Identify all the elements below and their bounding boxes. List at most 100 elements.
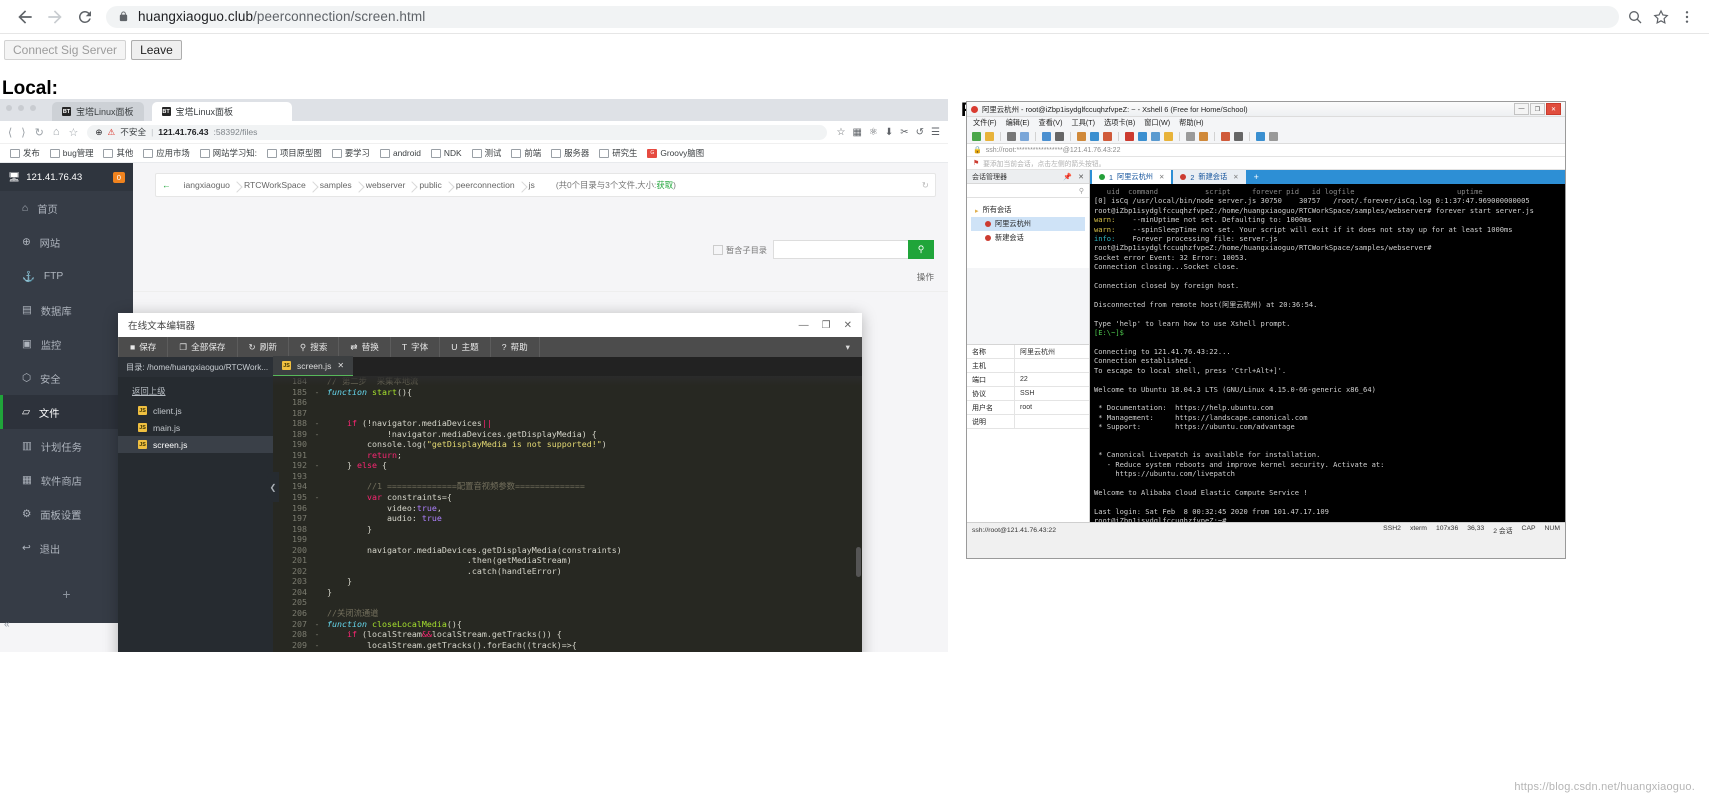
bookmark-item[interactable]: 发布 [6, 146, 44, 160]
editor-tool-0[interactable]: ■ 保存 [118, 337, 169, 357]
leave-button[interactable]: Leave [131, 40, 182, 60]
search-input[interactable] [773, 240, 908, 259]
fold-toggle-icon[interactable]: - [313, 640, 321, 651]
star-icon[interactable] [1653, 9, 1669, 25]
fold-toggle-icon[interactable] [313, 587, 321, 598]
address-bar[interactable]: huangxiaoguo.club/peerconnection/screen.… [106, 5, 1619, 28]
bookmark-item[interactable]: bug管理 [46, 146, 98, 160]
fold-toggle-icon[interactable] [313, 450, 321, 461]
toolbar-icon-0[interactable] [972, 131, 981, 141]
code-editor[interactable]: 184// 第二步 采集本地流185-function start(){1861… [273, 376, 862, 652]
close-icon[interactable]: ✕ [1546, 103, 1561, 115]
menu-item[interactable]: 查看(V) [1039, 118, 1063, 128]
menu-item[interactable]: 窗口(W) [1144, 118, 1170, 128]
sidebar-item-0[interactable]: ⌂ 首页 [0, 191, 133, 225]
grid-icon[interactable]: ▦ [852, 127, 861, 138]
toolbar-icon-4[interactable] [1020, 131, 1029, 141]
bookmark-item[interactable]: 要学习 [328, 146, 374, 160]
bookmark-item[interactable]: 研究生 [595, 146, 641, 160]
toolbar-icon-3[interactable] [1007, 131, 1016, 141]
fold-toggle-icon[interactable] [313, 608, 321, 619]
toolbar-icon-10[interactable] [1090, 131, 1099, 141]
breadcrumb-item[interactable]: samples [313, 180, 359, 190]
editor-tool-3[interactable]: ⚲ 搜索 [289, 337, 340, 357]
sidebar-item-10[interactable]: ↩ 退出 [0, 531, 133, 565]
session-item-aliyun[interactable]: 阿里云杭州 [971, 217, 1085, 231]
sidebar-item-4[interactable]: ▣ 监控 [0, 327, 133, 361]
close-icon[interactable]: ✕ [337, 361, 344, 370]
sidebar-item-9[interactable]: ⚙ 面板设置 [0, 497, 133, 531]
editor-tab-screen-js[interactable]: JS screen.js ✕ [273, 356, 354, 377]
fold-toggle-icon[interactable]: - [313, 429, 321, 440]
breadcrumb-back-icon[interactable]: ← [162, 180, 177, 190]
toolbar-icon-19[interactable] [1199, 131, 1208, 141]
fold-toggle-icon[interactable]: - [313, 387, 321, 398]
search-icon[interactable]: ⚲ [908, 240, 934, 259]
toolbar-icon-25[interactable] [1269, 131, 1278, 141]
back-icon[interactable] [10, 2, 40, 32]
sidebar-item-5[interactable]: ⬡ 安全 [0, 361, 133, 395]
bookmark-item[interactable]: 其他 [99, 146, 137, 160]
fold-toggle-icon[interactable] [313, 397, 321, 408]
fold-toggle-icon[interactable]: - [313, 492, 321, 503]
fold-toggle-icon[interactable]: - [313, 619, 321, 630]
terminal-tab-aliyun[interactable]: 1 阿里云杭州 ✕ [1092, 170, 1172, 184]
minimize-icon[interactable]: — [799, 320, 809, 331]
breadcrumb-item[interactable]: webserver [359, 180, 413, 190]
fold-toggle-icon[interactable] [313, 513, 321, 524]
breadcrumb-item[interactable]: iangxiaoguo [177, 180, 237, 190]
menu-item[interactable]: 编辑(E) [1006, 118, 1030, 128]
code-scrollbar[interactable] [856, 547, 861, 577]
editor-file-item[interactable]: JS screen.js [118, 436, 273, 453]
star-icon[interactable]: ☆ [68, 126, 78, 139]
toolbar-icon-9[interactable] [1077, 131, 1086, 141]
sidebar-item-2[interactable]: ⚓ FTP [0, 259, 133, 293]
terminal-output[interactable]: uid command script forever pid id logfil… [1090, 184, 1565, 522]
forward-arrow-icon[interactable] [40, 2, 70, 32]
close-icon[interactable]: ✕ [1233, 173, 1238, 181]
fold-toggle-icon[interactable]: - [313, 629, 321, 640]
menu-item[interactable]: 工具(T) [1072, 118, 1096, 128]
overflow-menu-icon[interactable] [1679, 9, 1695, 25]
editor-tool-4[interactable]: ⇄ 替换 [339, 337, 391, 357]
sidebar-item-1[interactable]: ⊕ 网站 [0, 225, 133, 259]
menu-item[interactable]: 文件(F) [973, 118, 997, 128]
download-icon[interactable]: ⬇ [885, 127, 893, 138]
fold-toggle-icon[interactable] [313, 566, 321, 577]
star-icon[interactable]: ☆ [836, 127, 845, 138]
toolbar-icon-6[interactable] [1042, 131, 1051, 141]
fold-toggle-icon[interactable] [313, 576, 321, 587]
fold-toggle-icon[interactable] [313, 439, 321, 450]
maximize-icon[interactable]: ❐ [1530, 103, 1545, 115]
editor-file-item[interactable]: JS main.js [118, 419, 273, 436]
inner-address-bar[interactable]: ⊕ ⚠ 不安全 | 121.41.76.43:58392/files [87, 124, 828, 140]
editor-tool-1[interactable]: ❐ 全部保存 [168, 337, 238, 357]
reload-icon[interactable]: ↻ [35, 126, 44, 139]
breadcrumb-item[interactable]: js [522, 180, 542, 190]
editor-parent-link[interactable]: 返回上级 [118, 377, 273, 402]
session-search[interactable]: ⚲ [967, 184, 1089, 198]
toolbar-icon-16[interactable] [1164, 131, 1173, 141]
fold-toggle-icon[interactable] [313, 534, 321, 545]
reload-icon[interactable] [70, 2, 100, 32]
include-subdirs-checkbox[interactable]: 暂含子目录 [713, 244, 767, 256]
session-item-new[interactable]: 新建会话 [971, 231, 1085, 245]
toolbar-icon-14[interactable] [1138, 131, 1147, 141]
editor-tool-7[interactable]: ? 帮助 [491, 337, 540, 357]
editor-file-item[interactable]: JS client.js [118, 402, 273, 419]
breadcrumb-item[interactable]: public [412, 180, 448, 190]
close-icon[interactable]: ✕ [844, 320, 852, 331]
fold-toggle-icon[interactable] [313, 471, 321, 482]
toolbar-icon-7[interactable] [1055, 131, 1064, 141]
bookmark-item[interactable]: 项目原型图 [263, 146, 326, 160]
minimize-icon[interactable]: — [1514, 103, 1529, 115]
bookmark-item[interactable]: 服务器 [547, 146, 593, 160]
toolbar-icon-13[interactable] [1125, 131, 1134, 141]
editor-tool-5[interactable]: T 字体 [391, 337, 441, 357]
browser-tab[interactable]: BT 宝塔Linux面板 [52, 102, 144, 121]
toolbar-icon-11[interactable] [1103, 131, 1112, 141]
fold-toggle-icon[interactable] [313, 408, 321, 419]
browser-tab-active[interactable]: BT 宝塔Linux面板 [151, 102, 292, 121]
toolbar-icon-22[interactable] [1234, 131, 1243, 141]
cut-icon[interactable]: ✂ [900, 127, 908, 138]
